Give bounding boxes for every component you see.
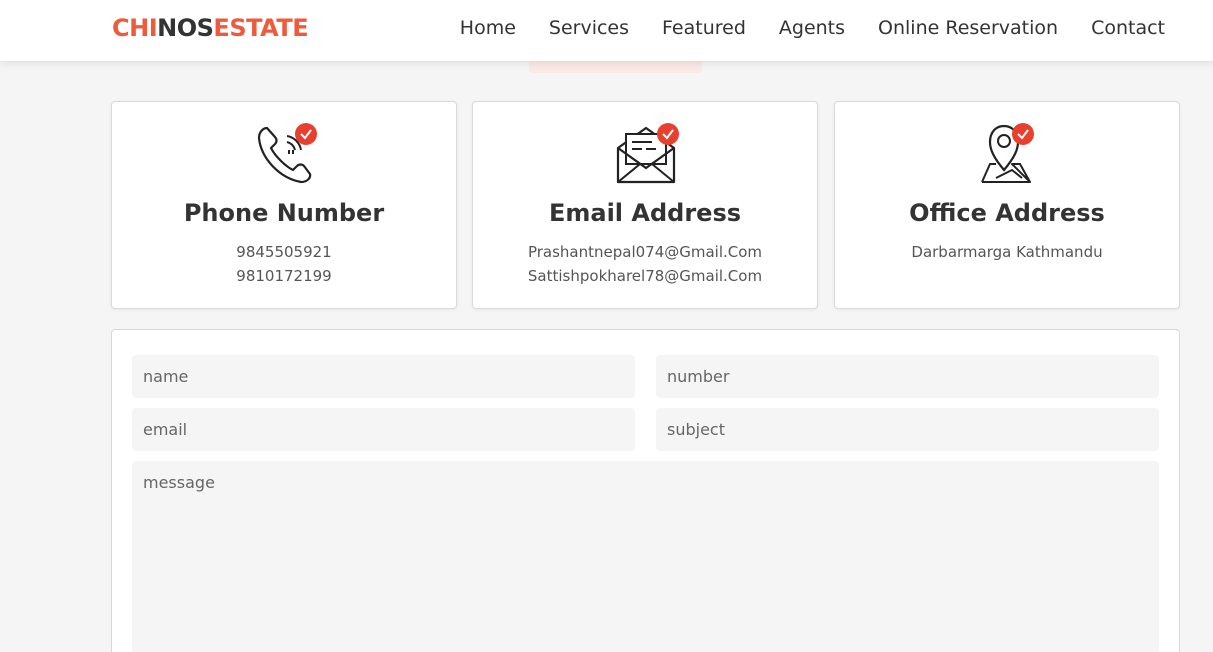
phone-icon [249, 120, 319, 186]
site-header: CHINOSESTATE Home Services Featured Agen… [0, 0, 1213, 61]
card-title: Office Address [909, 199, 1105, 227]
email-address-2: Sattishpokharel78@Gmail.Com [527, 267, 763, 285]
number-input[interactable] [656, 355, 1159, 398]
email-card: Email Address Prashantnepal074@Gmail.Com… [472, 101, 818, 309]
email-address-1: Prashantnepal074@Gmail.Com [527, 243, 763, 261]
nav-contact[interactable]: Contact [1091, 17, 1165, 39]
office-card: Office Address Darbarmarga Kathmandu [834, 101, 1180, 309]
name-input[interactable] [132, 355, 635, 398]
email-input[interactable] [132, 408, 635, 451]
phone-number-1: 9845505921 [236, 243, 332, 261]
nav-agents[interactable]: Agents [779, 17, 845, 39]
phone-number-2: 9810172199 [236, 267, 332, 285]
contact-form [111, 329, 1180, 652]
envelope-icon [610, 120, 680, 186]
office-address: Darbarmarga Kathmandu [911, 243, 1103, 261]
message-textarea[interactable] [132, 461, 1159, 652]
nav-online-reservation[interactable]: Online Reservation [878, 17, 1058, 39]
subject-input[interactable] [656, 408, 1159, 451]
nav-featured[interactable]: Featured [662, 17, 746, 39]
card-title: Phone Number [183, 199, 385, 227]
card-title: Email Address [548, 199, 742, 227]
brand-logo[interactable]: CHINOSESTATE [112, 14, 309, 42]
nav-home[interactable]: Home [460, 17, 516, 39]
nav-services[interactable]: Services [549, 17, 629, 39]
map-pin-icon [972, 120, 1042, 186]
main-nav: Home Services Featured Agents Online Res… [427, 17, 1165, 39]
phone-card: Phone Number 9845505921 9810172199 [111, 101, 457, 309]
